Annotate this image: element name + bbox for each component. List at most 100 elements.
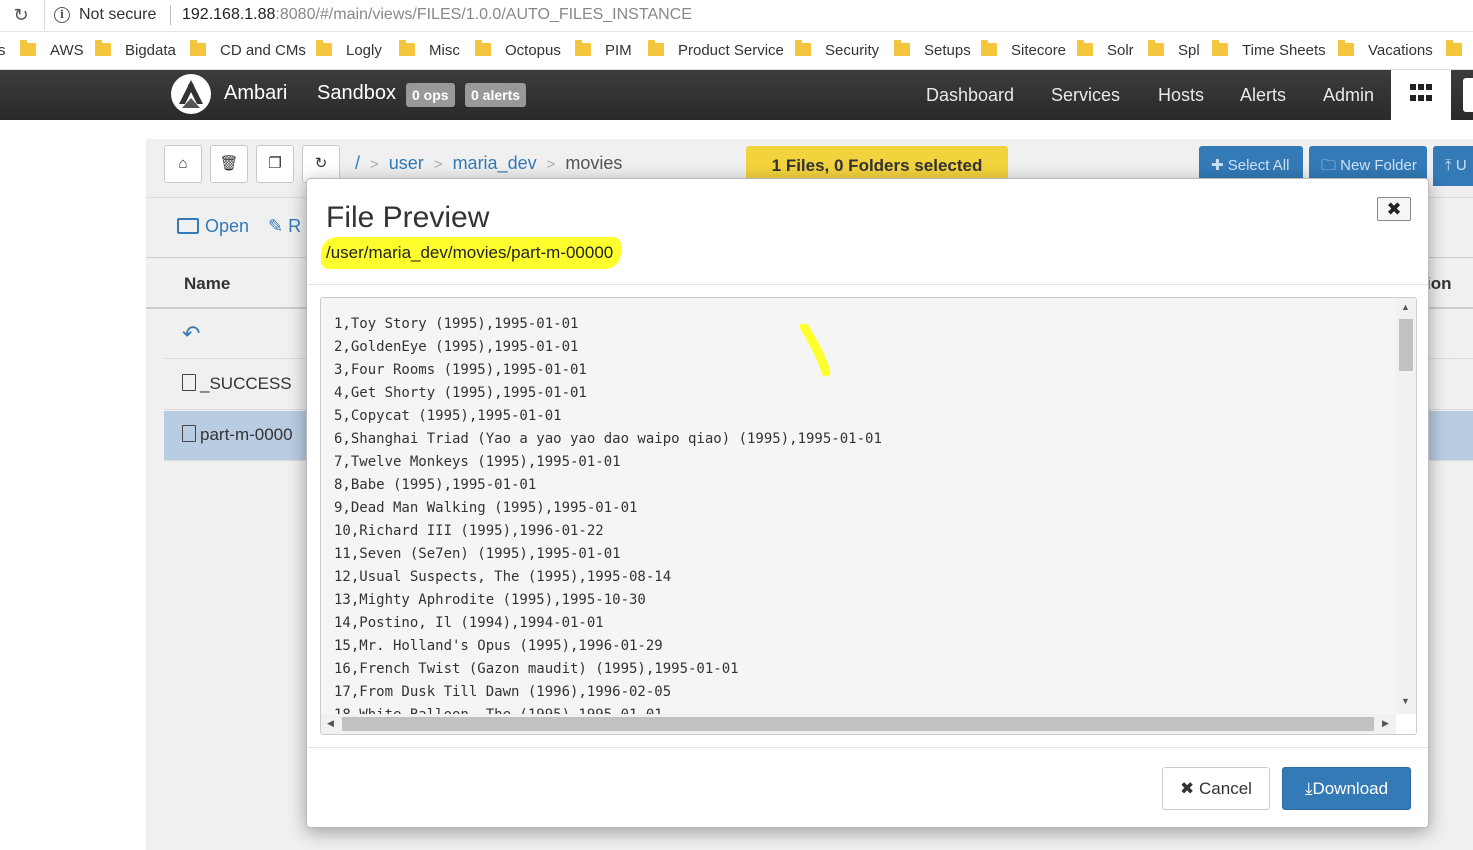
column-name[interactable]: Name <box>184 274 230 294</box>
scroll-up-icon[interactable]: ▲ <box>1401 302 1410 312</box>
bookmark-bigdata[interactable]: Bigdata <box>95 40 176 62</box>
open-action[interactable]: Open <box>177 216 249 237</box>
breadcrumb-user[interactable]: user <box>389 153 424 173</box>
nav-services[interactable]: Services <box>1051 85 1120 106</box>
file-icon <box>182 374 196 391</box>
bookmark-spl[interactable]: Spl <box>1148 40 1200 62</box>
file-line: 7,Twelve Monkeys (1995),1995-01-01 <box>334 454 621 470</box>
folder-icon <box>316 40 332 56</box>
nav-dashboard[interactable]: Dashboard <box>926 85 1014 106</box>
ambari-navbar: Ambari Sandbox 0 ops 0 alerts Dashboard … <box>0 70 1473 120</box>
horizontal-scroll-thumb[interactable] <box>342 717 1374 731</box>
folder-icon <box>575 40 591 56</box>
cancel-button[interactable]: ✖ Cancel <box>1162 767 1270 810</box>
file-line: 16,French Twist (Gazon maudit) (1995),19… <box>334 661 739 677</box>
bookmark-cut-right[interactable] <box>1446 40 1473 62</box>
file-name: _SUCCESS <box>182 374 292 394</box>
download-button[interactable]: ⤓Download <box>1282 767 1411 810</box>
bookmark-vacations[interactable]: Vacations <box>1338 40 1433 62</box>
horizontal-scrollbar[interactable]: ◀ ▶ <box>321 714 1396 734</box>
folder-icon <box>190 40 206 56</box>
bookmark-misc[interactable]: Misc <box>399 40 460 62</box>
views-menu-button[interactable] <box>1391 70 1451 120</box>
home-icon[interactable]: ⌂ <box>164 145 202 183</box>
highlighter-mark <box>800 324 831 377</box>
copy-icon[interactable]: ❐ <box>256 145 294 183</box>
info-icon[interactable]: i <box>54 7 70 23</box>
file-line: 15,Mr. Holland's Opus (1995),1996-01-29 <box>334 638 663 654</box>
breadcrumb: / > user > maria_dev > movies <box>355 153 623 173</box>
reload-icon[interactable]: ↻ <box>10 4 32 26</box>
bookmark-logly[interactable]: Logly <box>316 40 382 62</box>
folder-icon <box>1446 40 1462 56</box>
nav-alerts[interactable]: Alerts <box>1240 85 1286 106</box>
file-line: 10,Richard III (1995),1996-01-22 <box>334 523 604 539</box>
folder-icon <box>475 40 491 56</box>
column-permission[interactable]: ion <box>1426 274 1452 294</box>
bookmark-security[interactable]: Security <box>795 40 879 62</box>
file-content-preview[interactable]: 1,Toy Story (1995),1995-01-01 2,GoldenEye… <box>320 297 1417 735</box>
url-text[interactable]: 192.168.1.88:8080/#/main/views/FILES/1.0… <box>182 6 692 24</box>
breadcrumb-current: movies <box>565 153 623 173</box>
breadcrumb-maria-dev[interactable]: maria_dev <box>453 153 537 173</box>
bookmark-time-sheets[interactable]: Time Sheets <box>1212 40 1326 62</box>
ops-badge[interactable]: 0 ops <box>406 83 455 107</box>
brand-name[interactable]: Ambari <box>224 82 287 105</box>
nav-admin[interactable]: Admin <box>1323 85 1374 106</box>
bookmark-solr[interactable]: Solr <box>1077 40 1134 62</box>
grid-icon <box>1410 84 1432 104</box>
bookmarks-bar: s AWS Bigdata CD and CMs Logly Misc Octo… <box>0 32 1473 70</box>
nav-hosts[interactable]: Hosts <box>1158 85 1204 106</box>
modal-title: File Preview <box>326 201 490 234</box>
ambari-logo-icon[interactable] <box>171 74 211 114</box>
folder-icon <box>399 40 415 56</box>
folder-icon <box>894 40 910 56</box>
cancel-x-icon: ✖ <box>1180 779 1195 798</box>
bookmark-setups[interactable]: Setups <box>894 40 971 62</box>
browser-address-bar: ↻ i Not secure 192.168.1.88:8080/#/main/… <box>0 0 1473 32</box>
file-line: 11,Seven (Se7en) (1995),1995-01-01 <box>334 546 621 562</box>
scroll-left-icon[interactable]: ◀ <box>327 718 334 729</box>
bookmark-cut[interactable]: s <box>0 42 6 62</box>
url-host: 192.168.1.88 <box>182 6 276 23</box>
file-line: 12,Usual Suspects, The (1995),1995-08-14 <box>334 569 672 585</box>
alerts-badge[interactable]: 0 alerts <box>465 83 527 107</box>
file-preview-modal: File Preview /user/maria_dev/movies/part… <box>306 178 1429 828</box>
folder-icon <box>95 40 111 56</box>
folder-icon <box>1338 40 1354 56</box>
folder-icon <box>1148 40 1164 56</box>
upload-button[interactable]: ⤒ U <box>1433 146 1473 186</box>
breadcrumb-root[interactable]: / <box>355 153 360 173</box>
file-icon <box>182 425 196 442</box>
scroll-corner <box>1396 714 1416 734</box>
vertical-scrollbar[interactable]: ▲ ▼ <box>1396 298 1416 714</box>
header-divider <box>307 284 1428 285</box>
back-arrow-icon[interactable]: ↶ <box>182 321 200 347</box>
file-name: part-m-0000 <box>182 425 293 445</box>
scroll-right-icon[interactable]: ▶ <box>1382 718 1389 729</box>
file-line: 17,From Dusk Till Dawn (1996),1996-02-05 <box>334 684 672 700</box>
close-icon[interactable]: ✖ <box>1377 197 1411 221</box>
file-line: 8,Babe (1995),1995-01-01 <box>334 477 537 493</box>
url-rest: :8080/#/main/views/FILES/1.0.0/AUTO_FILE… <box>275 6 692 23</box>
trash-icon[interactable]: 🗑 <box>210 145 248 183</box>
folder-icon <box>648 40 664 56</box>
bookmark-sitecore[interactable]: Sitecore <box>981 40 1066 62</box>
file-line: 6,Shanghai Triad (Yao a yao yao dao waip… <box>334 431 882 447</box>
bookmark-aws[interactable]: AWS <box>20 40 84 62</box>
bookmark-product-service[interactable]: Product Service <box>648 40 784 62</box>
cluster-name[interactable]: Sandbox <box>317 82 396 105</box>
rename-action[interactable]: ✎ R <box>268 216 301 237</box>
url-box[interactable]: i Not secure 192.168.1.88:8080/#/main/vi… <box>44 0 1473 30</box>
file-line: 4,Get Shorty (1995),1995-01-01 <box>334 385 587 401</box>
folder-icon <box>1077 40 1093 56</box>
vertical-scroll-thumb[interactable] <box>1399 319 1413 371</box>
file-path-highlight: /user/maria_dev/movies/part-m-00000 <box>321 237 622 269</box>
bookmark-octopus[interactable]: Octopus <box>475 40 561 62</box>
scroll-down-icon[interactable]: ▼ <box>1401 696 1410 706</box>
folder-icon <box>1212 40 1228 56</box>
user-menu-button[interactable] <box>1463 78 1473 112</box>
bookmark-cd-cms[interactable]: CD and CMs <box>190 40 306 62</box>
bookmark-pim[interactable]: PIM <box>575 40 632 62</box>
folder-icon <box>795 40 811 56</box>
